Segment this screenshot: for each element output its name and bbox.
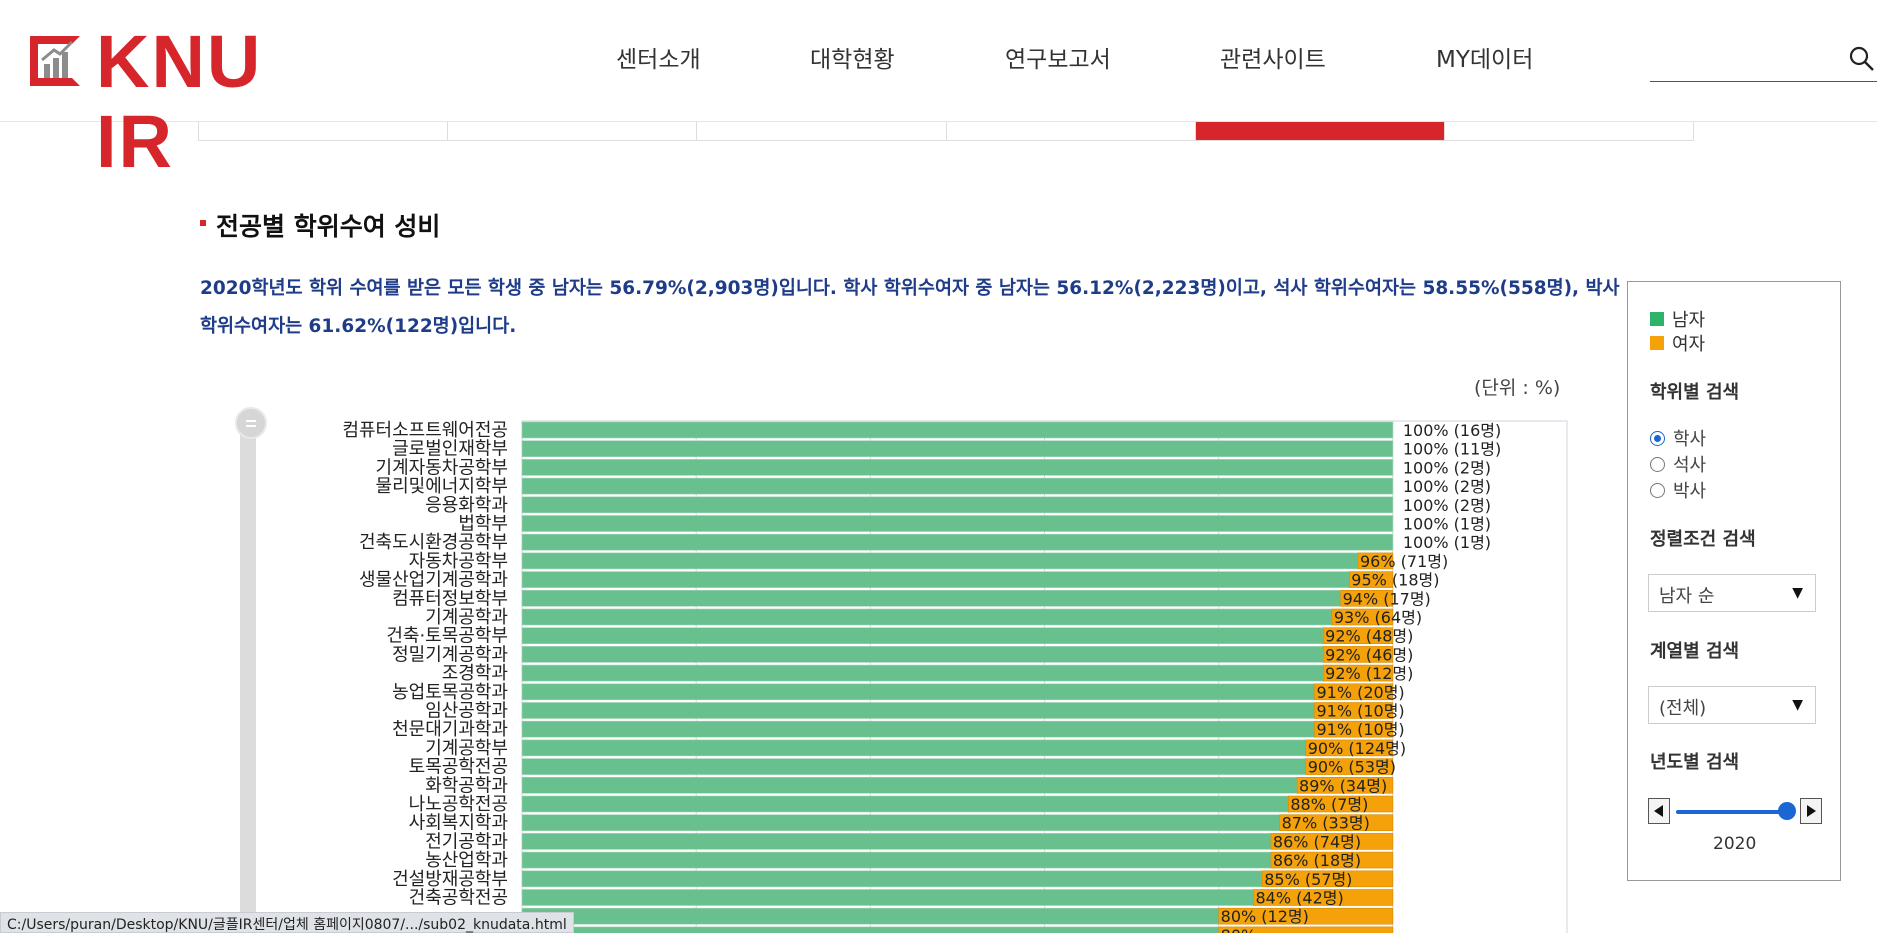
bar-male <box>521 776 1298 794</box>
search-input[interactable] <box>1650 42 1840 78</box>
bar-male <box>521 907 1219 925</box>
degree-option-doctor[interactable]: 박사 <box>1650 477 1706 503</box>
chevron-down-icon: ▼ <box>1792 697 1803 713</box>
value-label: 85% (57명) <box>1264 870 1352 889</box>
value-label: 84% (42명) <box>1256 889 1344 908</box>
sort-select-value: 남자 순 <box>1659 586 1715 607</box>
field-select[interactable]: (전체) ▼ <box>1648 686 1816 724</box>
degree-option-label: 석사 <box>1673 455 1707 476</box>
legend-male-label: 남자 <box>1672 310 1706 331</box>
triangle-right-icon <box>1807 805 1816 817</box>
value-label: 92% (12명) <box>1325 664 1413 683</box>
bar-male <box>521 795 1289 813</box>
legend-female: 여자 <box>1650 330 1705 356</box>
search-icon[interactable] <box>1847 44 1877 74</box>
browser-status-bar: C:/Users/puran/Desktop/KNU/글플IR센터/업체 홈페이… <box>0 912 574 933</box>
field-filter-title: 계열별 검색 <box>1650 641 1740 662</box>
category-label: 건축공학전공 <box>409 888 508 909</box>
value-label: 100% (2명) <box>1403 496 1491 515</box>
value-label: 86% (18명) <box>1273 851 1361 870</box>
radio-master[interactable] <box>1650 456 1665 472</box>
value-label: 94% (17명) <box>1343 589 1431 608</box>
radio-bachelor[interactable] <box>1650 430 1665 446</box>
value-label: 80% <box>1221 926 1257 933</box>
bar-male <box>521 646 1324 663</box>
bar-male <box>521 421 1394 439</box>
value-label: 100% (1명) <box>1403 533 1491 552</box>
chevron-down-icon: ▼ <box>1792 585 1803 601</box>
legend-male: 남자 <box>1650 306 1705 332</box>
bar-male <box>521 459 1394 476</box>
value-label: 91% (10명) <box>1316 720 1404 739</box>
value-label: 93% (64명) <box>1334 608 1422 627</box>
sort-select[interactable]: 남자 순 ▼ <box>1648 574 1816 612</box>
bar-male <box>521 477 1394 495</box>
degree-option-bachelor[interactable]: 학사 <box>1650 425 1706 451</box>
bar-male <box>521 720 1315 738</box>
bar-male <box>521 589 1341 607</box>
bar-male <box>521 533 1394 551</box>
bar-male <box>521 833 1272 850</box>
value-label: 86% (74명) <box>1273 832 1361 851</box>
bar-male <box>521 683 1315 701</box>
value-label: 100% (2명) <box>1403 458 1491 477</box>
degree-filter-title: 학위별 검색 <box>1650 382 1740 403</box>
value-label: 95% (18명) <box>1351 571 1439 590</box>
bar-male <box>521 870 1263 888</box>
sort-filter-title: 정렬조건 검색 <box>1650 529 1756 550</box>
value-label: 92% (48명) <box>1325 627 1413 646</box>
bar-male <box>521 814 1280 832</box>
year-slider-track[interactable] <box>1676 810 1788 814</box>
value-label: 100% (1명) <box>1403 515 1491 534</box>
year-filter-title: 년도별 검색 <box>1650 752 1740 773</box>
value-label: 92% (46명) <box>1325 645 1413 664</box>
year-slider-handle[interactable] <box>1778 802 1796 820</box>
degree-option-label: 박사 <box>1673 481 1707 502</box>
search-box <box>1650 42 1877 82</box>
value-label: 88% (7명) <box>1290 795 1368 814</box>
legend-female-label: 여자 <box>1672 334 1706 355</box>
bar-male <box>521 702 1315 719</box>
value-label: 91% (20명) <box>1316 683 1404 702</box>
value-label: 100% (16명) <box>1403 421 1501 440</box>
value-label: 90% (53명) <box>1308 758 1396 777</box>
legend-male-swatch <box>1650 312 1664 326</box>
radio-doctor[interactable] <box>1650 482 1665 498</box>
year-value: 2020 <box>1713 834 1757 854</box>
bar-male <box>521 627 1324 645</box>
legend-female-swatch <box>1650 336 1664 350</box>
degree-option-label: 학사 <box>1673 429 1707 450</box>
bar-male <box>521 739 1307 757</box>
bar-male <box>521 664 1324 682</box>
bar-male <box>521 440 1394 458</box>
chart-scroll-track[interactable] <box>240 420 256 933</box>
chart-scroll-handle[interactable] <box>235 407 267 439</box>
bar-male <box>521 608 1333 626</box>
bar-male <box>521 851 1272 869</box>
bar-male <box>521 758 1307 775</box>
value-label: 89% (34명) <box>1299 776 1387 795</box>
triangle-left-icon <box>1654 805 1663 817</box>
bar-male <box>521 889 1254 906</box>
year-prev-button[interactable] <box>1648 798 1670 824</box>
year-next-button[interactable] <box>1800 798 1822 824</box>
filter-panel: 남자 여자 학위별 검색 학사 석사 박사 정렬조건 검색 남자 순 ▼ 계열별… <box>1627 281 1841 881</box>
bar-male <box>521 571 1350 588</box>
value-label: 87% (33명) <box>1282 814 1370 833</box>
value-label: 80% (12명) <box>1221 907 1309 926</box>
bar-male <box>521 552 1359 570</box>
bar-male <box>521 926 1219 933</box>
degree-option-master[interactable]: 석사 <box>1650 451 1706 477</box>
value-label: 91% (10명) <box>1316 702 1404 721</box>
bar-male <box>521 515 1394 532</box>
value-label: 96% (71명) <box>1360 552 1448 571</box>
value-label: 100% (11명) <box>1403 440 1501 459</box>
value-label: 100% (2명) <box>1403 477 1491 496</box>
bar-male <box>521 496 1394 514</box>
value-label: 90% (124명) <box>1308 739 1406 758</box>
field-select-value: (전체) <box>1659 698 1707 719</box>
